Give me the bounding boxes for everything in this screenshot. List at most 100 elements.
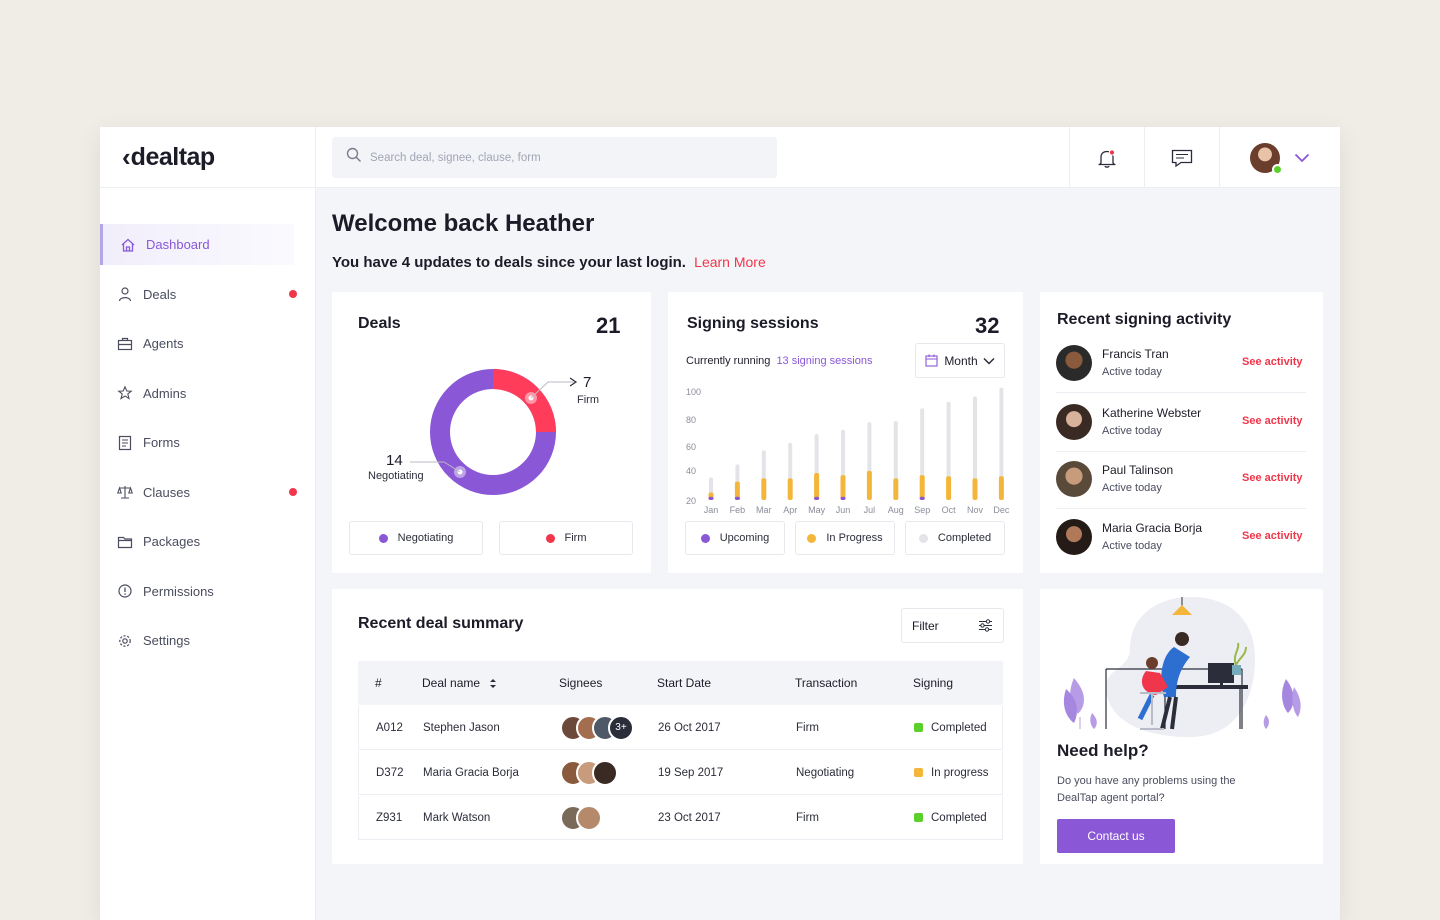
firm-label: Firm xyxy=(577,394,599,406)
search-bar[interactable] xyxy=(332,137,777,178)
table-row[interactable]: A012 Stephen Jason 3+ 26 Oct 2017 Firm C… xyxy=(358,706,1003,750)
see-activity-link[interactable]: See activity xyxy=(1242,530,1303,542)
see-activity-link[interactable]: See activity xyxy=(1242,356,1303,368)
notifications-button[interactable] xyxy=(1069,127,1144,188)
legend-label: Negotiating xyxy=(397,532,454,544)
help-text-line: DealTap agent portal? xyxy=(1057,792,1165,804)
deal-name: Stephen Jason xyxy=(423,721,500,734)
see-activity-link[interactable]: See activity xyxy=(1242,415,1303,427)
y-tick-label: 100 xyxy=(686,387,701,397)
messages-button[interactable] xyxy=(1144,127,1219,188)
running-prefix: Currently running xyxy=(686,355,771,367)
status-label: Completed xyxy=(931,811,987,824)
deal-name: Maria Gracia Borja xyxy=(423,766,519,779)
app-window: ‹ dealtap Dashboard Deals Agents Admins xyxy=(100,127,1340,920)
x-tick-label: Apr xyxy=(783,505,797,515)
sidebar-item-permissions[interactable]: Permissions xyxy=(100,571,316,612)
learn-more-link[interactable]: Learn More xyxy=(694,254,766,270)
signee-avatars xyxy=(560,759,618,786)
notification-dot xyxy=(289,488,297,496)
bell-icon xyxy=(1097,148,1117,168)
legend-firm-button[interactable]: Firm xyxy=(499,521,633,555)
profile-menu[interactable] xyxy=(1219,127,1340,188)
sort-icon xyxy=(490,679,497,689)
legend-negotiating-button[interactable]: Negotiating xyxy=(349,521,483,555)
scale-icon xyxy=(117,484,133,500)
x-tick-label: Nov xyxy=(967,505,984,515)
sessions-title: Signing sessions xyxy=(687,315,819,332)
chevron-down-icon xyxy=(983,357,995,365)
help-illustration xyxy=(1063,597,1301,737)
updates-message: You have 4 updates to deals since your l… xyxy=(332,254,766,271)
period-select[interactable]: Month xyxy=(915,343,1005,378)
activity-row: Katherine Webster Active today See activ… xyxy=(1056,402,1306,442)
running-sessions-text: Currently running 13 signing sessions xyxy=(686,355,872,367)
legend-label: Firm xyxy=(564,532,587,544)
deal-name: Mark Watson xyxy=(423,811,491,824)
search-input[interactable] xyxy=(370,151,730,164)
sidebar-item-admins[interactable]: Admins xyxy=(100,373,316,414)
table-header: # Deal name Signees Start Date Transacti… xyxy=(358,661,1003,705)
bar-upcoming xyxy=(814,496,820,500)
legend-label: Completed xyxy=(937,532,992,544)
sidebar-item-agents[interactable]: Agents xyxy=(100,323,316,364)
bar-in-progress xyxy=(814,473,820,500)
logo[interactable]: ‹ dealtap xyxy=(100,127,315,188)
legend-completed-button[interactable]: Completed xyxy=(905,521,1005,555)
transaction-type: Negotiating xyxy=(796,766,855,779)
sidebar-item-label: Admins xyxy=(143,385,187,401)
avatar xyxy=(592,759,618,786)
legend-upcoming-button[interactable]: Upcoming xyxy=(685,521,785,555)
see-activity-link[interactable]: See activity xyxy=(1242,472,1303,484)
signing-sessions-card: Signing sessions 32 Currently running 13… xyxy=(668,292,1023,573)
sidebar-item-label: Permissions xyxy=(143,583,214,599)
sidebar-item-packages[interactable]: Packages xyxy=(100,521,316,562)
sessions-count: 32 xyxy=(975,313,1000,338)
legend-in-progress-button[interactable]: In Progress xyxy=(795,521,895,555)
bar-in-progress xyxy=(972,478,978,500)
sidebar-item-clauses[interactable]: Clauses xyxy=(100,472,316,513)
sidebar-item-label: Agents xyxy=(143,336,184,351)
help-title: Need help? xyxy=(1057,741,1149,760)
online-status-icon xyxy=(1272,163,1283,175)
donut-firm-segment xyxy=(493,369,556,432)
signing-status: Completed xyxy=(914,722,987,734)
legend-dot xyxy=(378,533,388,543)
search-icon xyxy=(346,147,362,168)
summary-title: Recent deal summary xyxy=(358,615,524,632)
x-tick-label: Sep xyxy=(914,505,930,515)
start-date: 23 Oct 2017 xyxy=(658,811,721,824)
y-tick-label: 20 xyxy=(686,496,696,506)
sliders-icon xyxy=(979,619,992,632)
table-row[interactable]: Z931 Mark Watson 23 Oct 2017 Firm Comple… xyxy=(358,796,1003,840)
sidebar-item-forms[interactable]: Forms xyxy=(100,422,316,463)
bar-upcoming xyxy=(708,496,714,500)
table-row[interactable]: D372 Maria Gracia Borja 19 Sep 2017 Nego… xyxy=(358,751,1003,795)
filter-button[interactable]: Filter xyxy=(901,608,1004,643)
activity-row: Francis Tran Active today See activity xyxy=(1056,343,1306,383)
legend-dot xyxy=(700,533,710,543)
user-icon xyxy=(117,286,133,302)
legend-label: Upcoming xyxy=(719,532,770,544)
help-card: Need help? Do you have any problems usin… xyxy=(1040,589,1323,864)
sidebar-item-deals[interactable]: Deals xyxy=(100,274,316,315)
column-header-start-date: Start Date xyxy=(657,676,712,690)
divider xyxy=(1056,392,1306,393)
signing-status: In progress xyxy=(914,767,989,779)
more-signees-badge: 3+ xyxy=(608,714,634,741)
deal-id: A012 xyxy=(376,721,403,734)
column-header-deal-name[interactable]: Deal name xyxy=(422,676,497,690)
help-text-line: Do you have any problems using the xyxy=(1057,775,1236,787)
sidebar-item-settings[interactable]: Settings xyxy=(100,620,316,661)
activity-title: Recent signing activity xyxy=(1057,311,1232,328)
help-text: Do you have any problems using the DealT… xyxy=(1057,773,1236,807)
divider xyxy=(1056,508,1306,509)
updates-text: You have 4 updates to deals since your l… xyxy=(332,254,686,271)
sidebar-item-dashboard[interactable]: Dashboard xyxy=(100,224,294,265)
transaction-type: Firm xyxy=(796,811,819,824)
legend-dot xyxy=(918,533,928,543)
running-sessions-link[interactable]: 13 signing sessions xyxy=(776,355,872,367)
home-icon xyxy=(120,237,136,253)
contact-us-button[interactable]: Contact us xyxy=(1057,819,1175,853)
page-title: Welcome back Heather xyxy=(332,210,595,237)
